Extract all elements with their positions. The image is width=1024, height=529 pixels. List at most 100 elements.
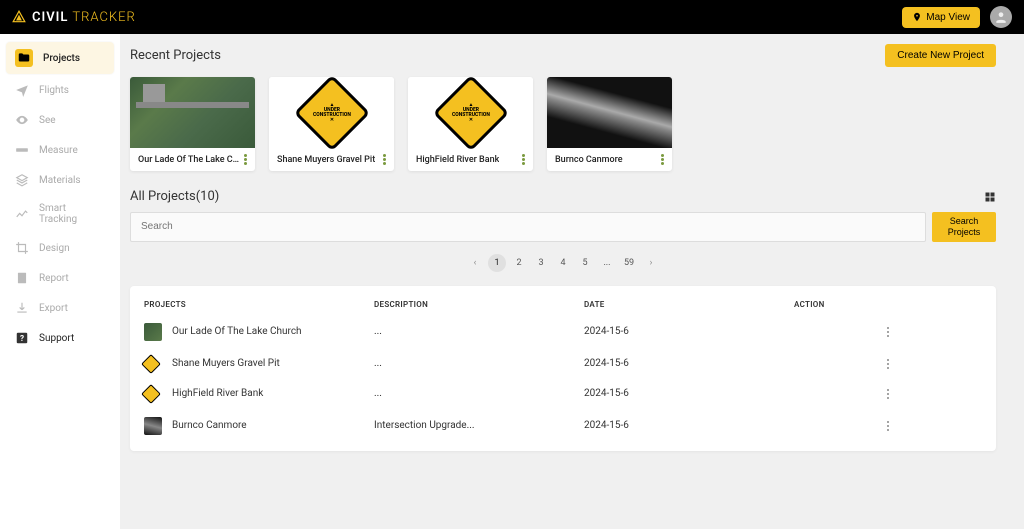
page-prev[interactable]: ‹ xyxy=(466,254,484,272)
crop-icon xyxy=(15,241,29,255)
brand-tracker: TRACKER xyxy=(72,10,135,25)
app-header: CIVIL TRACKER Map View xyxy=(0,0,1024,34)
main-container: Projects Flights See Measure Materials S… xyxy=(0,34,1024,529)
more-icon[interactable] xyxy=(661,154,664,165)
project-card[interactable]: ▲UNDERCONSTRUCTION✕ HighField River Bank xyxy=(408,77,533,171)
projects-table: PROJECTS DESCRIPTION DATE ACTION Our Lad… xyxy=(130,286,996,451)
sidebar-item-flights[interactable]: Flights xyxy=(6,76,114,104)
col-header-description: DESCRIPTION xyxy=(374,300,584,309)
col-header-action: ACTION xyxy=(794,300,982,309)
project-card-title: HighField River Bank xyxy=(416,155,499,165)
card-footer: Burnco Canmore xyxy=(547,148,672,171)
row-name: Shane Muyers Gravel Pit xyxy=(172,358,280,369)
project-thumbnail: ▲UNDERCONSTRUCTION✕ xyxy=(269,77,394,148)
row-name: Our Lade Of The Lake Church xyxy=(172,326,302,337)
card-footer: Our Lade Of The Lake Church xyxy=(130,148,255,171)
row-description: ... xyxy=(374,326,584,337)
sidebar-item-label: Design xyxy=(39,243,70,254)
sidebar-item-export[interactable]: Export xyxy=(6,294,114,322)
project-thumbnail xyxy=(130,77,255,148)
chart-icon xyxy=(15,207,29,221)
sidebar-item-label: Flights xyxy=(39,85,69,96)
view-toggle xyxy=(984,191,996,203)
create-project-button[interactable]: Create New Project xyxy=(885,44,996,67)
search-button[interactable]: Search Projects xyxy=(932,212,996,242)
row-thumbnail xyxy=(144,417,162,435)
grid-view-icon[interactable] xyxy=(984,191,996,203)
folder-icon xyxy=(15,49,33,67)
sidebar-item-projects[interactable]: Projects xyxy=(6,42,114,74)
card-footer: Shane Muyers Gravel Pit xyxy=(269,148,394,171)
table-row[interactable]: Our Lade Of The Lake Church ... 2024-15-… xyxy=(130,315,996,349)
map-pin-icon xyxy=(912,12,922,22)
card-footer: HighField River Bank xyxy=(408,148,533,171)
sidebar-item-label: Projects xyxy=(43,53,80,64)
page-number[interactable]: 4 xyxy=(554,254,572,272)
sidebar-item-label: Measure xyxy=(39,145,78,156)
search-input[interactable] xyxy=(130,212,926,242)
project-card[interactable]: ▲UNDERCONSTRUCTION✕ Shane Muyers Gravel … xyxy=(269,77,394,171)
sidebar-item-report[interactable]: Report xyxy=(6,264,114,292)
more-icon[interactable] xyxy=(244,154,247,165)
table-row[interactable]: Shane Muyers Gravel Pit ... 2024-15-6 xyxy=(130,349,996,379)
svg-text:?: ? xyxy=(20,333,24,343)
page-number[interactable]: 1 xyxy=(488,254,506,272)
sidebar: Projects Flights See Measure Materials S… xyxy=(0,34,120,529)
brand-logo: CIVIL TRACKER xyxy=(12,10,136,25)
project-card[interactable]: Burnco Canmore xyxy=(547,77,672,171)
eye-icon xyxy=(15,113,29,127)
brand-text: CIVIL TRACKER xyxy=(32,10,136,25)
project-card-title: Burnco Canmore xyxy=(555,155,623,165)
row-date: 2024-15-6 xyxy=(584,388,794,399)
page-number[interactable]: 59 xyxy=(620,254,638,272)
sidebar-item-materials[interactable]: Materials xyxy=(6,166,114,194)
sidebar-item-smart-tracking[interactable]: Smart Tracking xyxy=(6,196,114,232)
more-icon[interactable] xyxy=(383,154,386,165)
sidebar-item-design[interactable]: Design xyxy=(6,234,114,262)
table-row[interactable]: Burnco Canmore Intersection Upgrade... 2… xyxy=(130,409,996,443)
table-row[interactable]: HighField River Bank ... 2024-15-6 xyxy=(130,379,996,409)
ruler-icon xyxy=(15,143,29,157)
project-card[interactable]: Our Lade Of The Lake Church xyxy=(130,77,255,171)
row-action-menu[interactable] xyxy=(794,359,982,369)
plane-icon xyxy=(15,83,29,97)
row-action-menu[interactable] xyxy=(794,421,982,431)
more-icon[interactable] xyxy=(522,154,525,165)
sidebar-item-label: Report xyxy=(39,273,69,284)
row-thumbnail xyxy=(144,323,162,341)
pagination: ‹ 1 2 3 4 5 ... 59 › xyxy=(130,254,996,272)
sidebar-item-see[interactable]: See xyxy=(6,106,114,134)
header-right: Map View xyxy=(902,6,1012,28)
project-thumbnail xyxy=(547,77,672,148)
help-icon: ? xyxy=(15,331,29,345)
sidebar-item-measure[interactable]: Measure xyxy=(6,136,114,164)
row-date: 2024-15-6 xyxy=(584,358,794,369)
map-view-label: Map View xyxy=(926,12,970,23)
row-description: ... xyxy=(374,388,584,399)
logo-icon xyxy=(12,10,26,24)
page-number[interactable]: 3 xyxy=(532,254,550,272)
recent-project-cards: Our Lade Of The Lake Church ▲UNDERCONSTR… xyxy=(130,77,996,171)
col-header-projects: PROJECTS xyxy=(144,300,374,309)
row-description: ... xyxy=(374,358,584,369)
row-action-menu[interactable] xyxy=(794,389,982,399)
page-number[interactable]: 5 xyxy=(576,254,594,272)
row-action-menu[interactable] xyxy=(794,327,982,337)
user-avatar[interactable] xyxy=(990,6,1012,28)
all-projects-header: All Projects(10) xyxy=(130,189,996,204)
sidebar-item-label: Support xyxy=(39,333,74,344)
map-view-button[interactable]: Map View xyxy=(902,7,980,28)
page-next[interactable]: › xyxy=(642,254,660,272)
person-icon xyxy=(994,10,1008,24)
download-icon xyxy=(15,301,29,315)
project-card-title: Shane Muyers Gravel Pit xyxy=(277,155,375,165)
page-number[interactable]: 2 xyxy=(510,254,528,272)
layers-icon xyxy=(15,173,29,187)
main-content: Recent Projects Create New Project Our L… xyxy=(120,34,1024,529)
row-thumbnail xyxy=(141,354,161,374)
sidebar-item-label: See xyxy=(39,115,56,126)
row-description: Intersection Upgrade... xyxy=(374,420,584,431)
all-projects-title: All Projects(10) xyxy=(130,189,219,204)
row-date: 2024-15-6 xyxy=(584,420,794,431)
sidebar-item-support[interactable]: ? Support xyxy=(6,324,114,352)
